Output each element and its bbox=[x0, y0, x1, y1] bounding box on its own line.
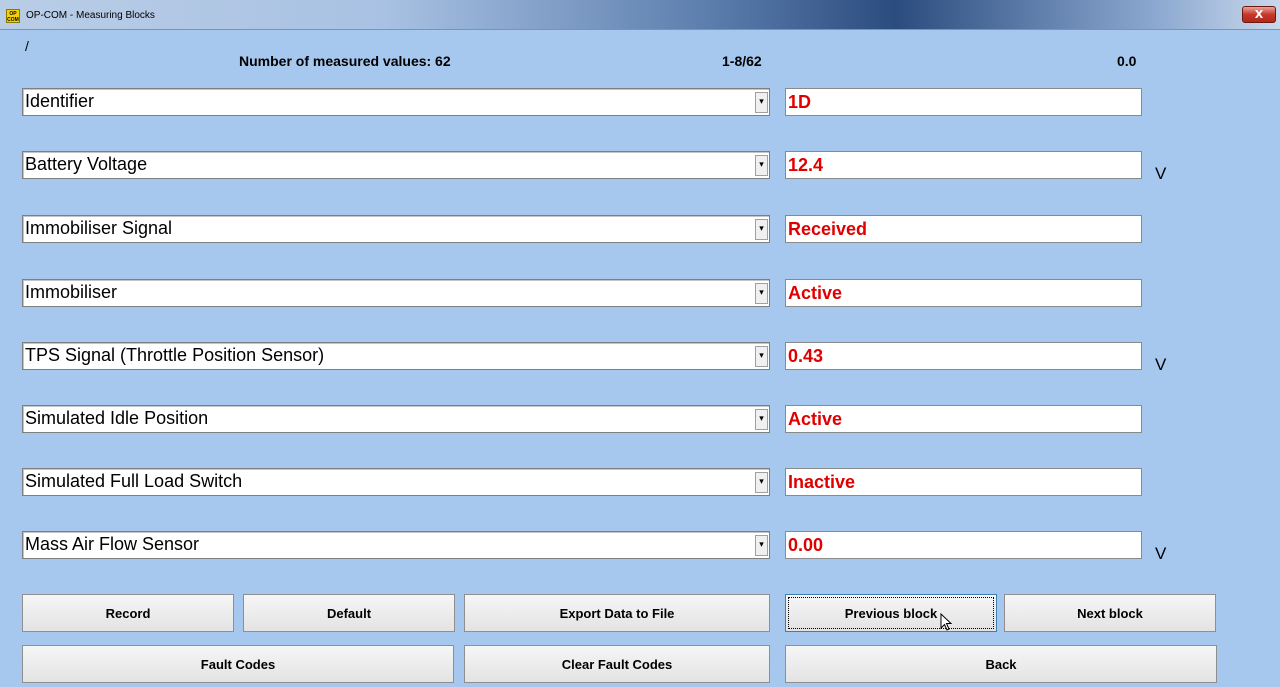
measurement-row: Battery Voltage ▾ 12.4 V bbox=[0, 151, 1280, 183]
parameter-select[interactable]: Identifier ▾ bbox=[22, 88, 770, 116]
close-button[interactable]: X bbox=[1242, 6, 1276, 23]
unit-label: V bbox=[1155, 544, 1167, 563]
clear-fault-codes-button[interactable]: Clear Fault Codes bbox=[464, 645, 770, 683]
parameter-label: Simulated Idle Position bbox=[25, 408, 209, 428]
dropdown-arrow-icon[interactable]: ▾ bbox=[755, 472, 768, 493]
value-text: 0.00 bbox=[788, 535, 824, 555]
value-field: Received bbox=[785, 215, 1142, 243]
value-text: Active bbox=[788, 409, 843, 429]
next-block-button[interactable]: Next block bbox=[1004, 594, 1216, 632]
dropdown-arrow-icon[interactable]: ▾ bbox=[755, 283, 768, 304]
block-range: 1-8/62 bbox=[722, 53, 762, 69]
parameter-label: Mass Air Flow Sensor bbox=[25, 534, 200, 554]
measurement-row: Immobiliser ▾ Active bbox=[0, 279, 1280, 309]
parameter-select[interactable]: Battery Voltage ▾ bbox=[22, 151, 770, 179]
timer-value: 0.0 bbox=[1117, 53, 1137, 69]
value-field: 0.43 bbox=[785, 342, 1142, 370]
measurement-row: TPS Signal (Throttle Position Sensor) ▾ … bbox=[0, 342, 1280, 374]
record-button[interactable]: Record bbox=[22, 594, 234, 632]
value-text: Active bbox=[788, 283, 843, 303]
path-indicator: / bbox=[25, 38, 29, 54]
default-button[interactable]: Default bbox=[243, 594, 455, 632]
value-text: 0.43 bbox=[788, 346, 824, 366]
parameter-select[interactable]: Mass Air Flow Sensor ▾ bbox=[22, 531, 770, 559]
dropdown-arrow-icon[interactable]: ▾ bbox=[755, 219, 768, 240]
parameter-select[interactable]: TPS Signal (Throttle Position Sensor) ▾ bbox=[22, 342, 770, 370]
mouse-cursor-icon bbox=[940, 613, 952, 631]
value-field: Active bbox=[785, 279, 1142, 307]
value-field: Active bbox=[785, 405, 1142, 433]
parameter-label: Battery Voltage bbox=[25, 154, 148, 174]
app-icon: OP COM bbox=[6, 9, 20, 23]
parameter-label: TPS Signal (Throttle Position Sensor) bbox=[25, 345, 325, 365]
parameter-label: Identifier bbox=[25, 91, 95, 111]
unit-label: V bbox=[1155, 164, 1167, 183]
measured-values-count: Number of measured values: 62 bbox=[239, 53, 451, 69]
value-text: Inactive bbox=[788, 472, 856, 492]
value-text: 12.4 bbox=[788, 155, 824, 175]
value-field: 1D bbox=[785, 88, 1142, 116]
parameter-label: Immobiliser Signal bbox=[25, 218, 173, 238]
dropdown-arrow-icon[interactable]: ▾ bbox=[755, 155, 768, 176]
value-field: 0.00 bbox=[785, 531, 1142, 559]
previous-block-button[interactable]: Previous block bbox=[785, 594, 997, 632]
value-field: 12.4 bbox=[785, 151, 1142, 179]
parameter-select[interactable]: Simulated Idle Position ▾ bbox=[22, 405, 770, 433]
parameter-label: Immobiliser bbox=[25, 282, 118, 302]
parameter-label: Simulated Full Load Switch bbox=[25, 471, 243, 491]
parameter-select[interactable]: Immobiliser Signal ▾ bbox=[22, 215, 770, 243]
export-data-button[interactable]: Export Data to File bbox=[464, 594, 770, 632]
dropdown-arrow-icon[interactable]: ▾ bbox=[755, 535, 768, 556]
fault-codes-button[interactable]: Fault Codes bbox=[22, 645, 454, 683]
dropdown-arrow-icon[interactable]: ▾ bbox=[755, 409, 768, 430]
dropdown-arrow-icon[interactable]: ▾ bbox=[755, 346, 768, 367]
parameter-select[interactable]: Immobiliser ▾ bbox=[22, 279, 770, 307]
back-button[interactable]: Back bbox=[785, 645, 1217, 683]
measurement-row: Immobiliser Signal ▾ Received bbox=[0, 215, 1280, 245]
window-title: OP-COM - Measuring Blocks bbox=[26, 10, 155, 21]
measurement-row: Simulated Idle Position ▾ Active bbox=[0, 405, 1280, 435]
title-bar: OP COM OP-COM - Measuring Blocks X bbox=[0, 0, 1280, 30]
parameter-select[interactable]: Simulated Full Load Switch ▾ bbox=[22, 468, 770, 496]
measurement-row: Simulated Full Load Switch ▾ Inactive bbox=[0, 468, 1280, 498]
measurement-row: Mass Air Flow Sensor ▾ 0.00 V bbox=[0, 531, 1280, 563]
value-text: Received bbox=[788, 219, 868, 239]
unit-label: V bbox=[1155, 355, 1167, 374]
value-text: 1D bbox=[788, 92, 812, 112]
value-field: Inactive bbox=[785, 468, 1142, 496]
dropdown-arrow-icon[interactable]: ▾ bbox=[755, 92, 768, 113]
measurement-row: Identifier ▾ 1D bbox=[0, 88, 1280, 118]
